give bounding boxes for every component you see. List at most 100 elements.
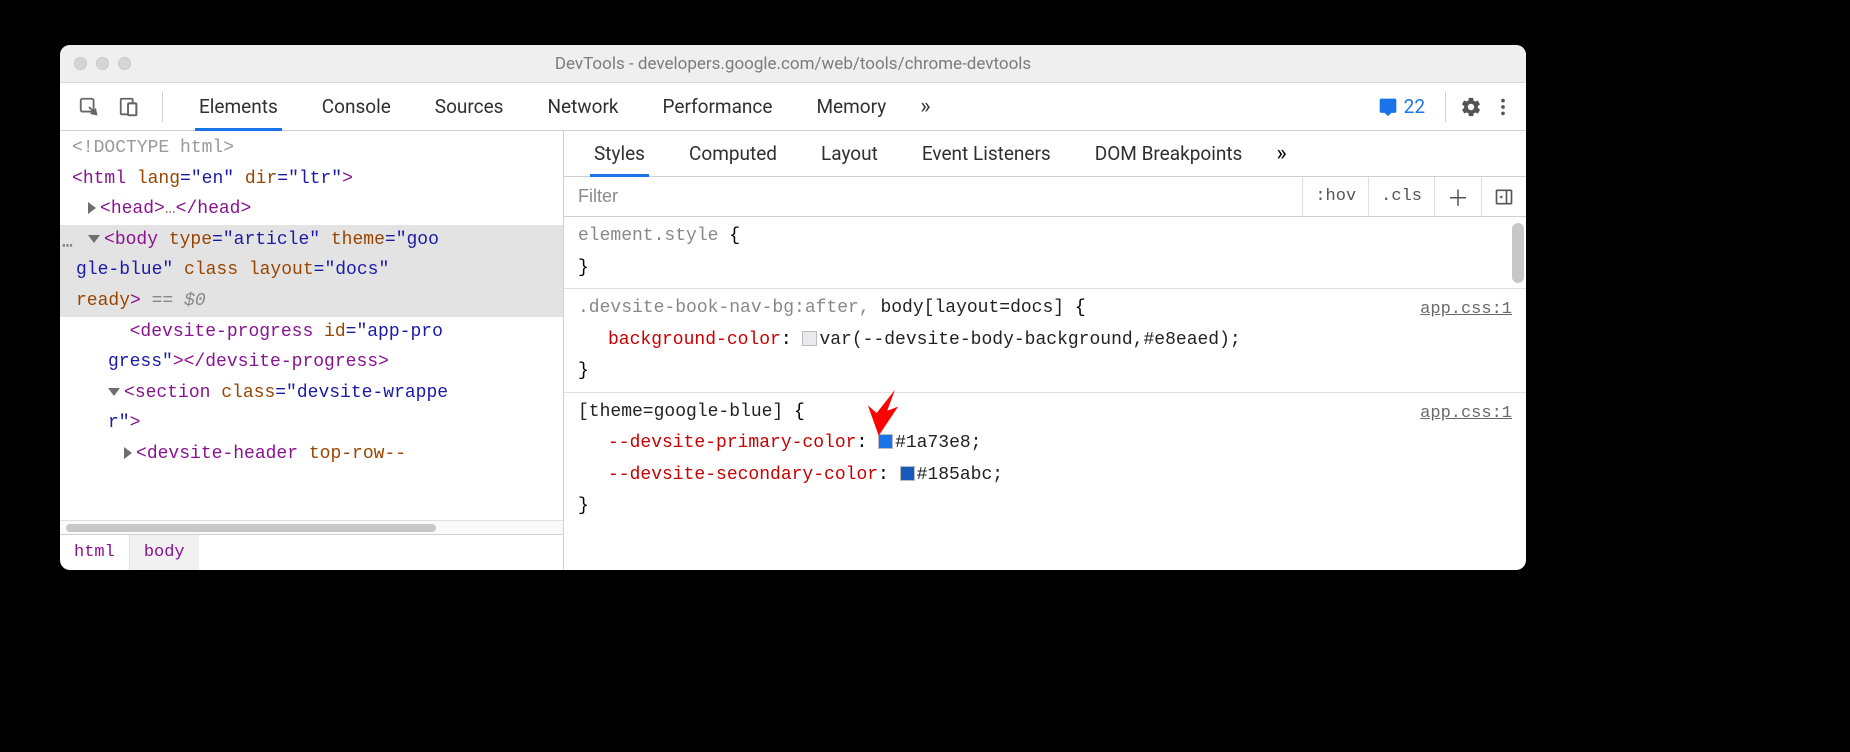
new-rule-button[interactable]: ＋ [1434, 177, 1481, 216]
scrollbar-thumb[interactable] [1512, 223, 1524, 283]
dom-html[interactable]: <html lang="en" dir="ltr"> [60, 164, 563, 195]
crumb-html[interactable]: html [60, 535, 129, 570]
device-toggle-icon[interactable] [118, 96, 140, 118]
styles-filter-input[interactable] [564, 177, 1302, 216]
settings-icon[interactable] [1460, 96, 1482, 118]
crumb-label: html [74, 543, 115, 562]
inspect-icon[interactable] [78, 96, 100, 118]
devtools-window: DevTools - developers.google.com/web/too… [60, 45, 1526, 570]
issues-icon [1378, 97, 1398, 117]
crumb-label: body [144, 543, 185, 562]
tab-sources[interactable]: Sources [413, 83, 526, 130]
rule-element-style[interactable]: element.style { } [564, 217, 1526, 289]
dom-progress-2[interactable]: gress"></devsite-progress> [60, 347, 563, 378]
dom-body-line2[interactable]: gle-blue" class layout="docs" [60, 255, 563, 286]
tab-layout[interactable]: Layout [799, 131, 900, 176]
sidebar-toggle-icon [1494, 187, 1514, 207]
dom-section[interactable]: <section class="devsite-wrappe [60, 378, 563, 409]
source-link[interactable]: app.css:1 [1420, 399, 1512, 429]
dom-scrollbar-horizontal[interactable] [60, 520, 563, 534]
dom-doctype[interactable]: <!DOCTYPE html> [60, 133, 563, 164]
styles-panel: Styles Computed Layout Event Listeners D… [564, 131, 1526, 570]
elements-panel: ⋯ <!DOCTYPE html> <html lang="en" dir="l… [60, 131, 564, 570]
collapse-triangle-icon[interactable] [108, 388, 120, 396]
tab-memory[interactable]: Memory [794, 83, 908, 130]
titlebar: DevTools - developers.google.com/web/too… [60, 45, 1526, 83]
traffic-lights [60, 57, 131, 70]
dom-body-line3[interactable]: ready> == $0 [60, 286, 563, 317]
tab-label: Memory [816, 95, 886, 118]
styles-scrollbar-vertical[interactable] [1512, 221, 1524, 566]
main-tabs: Elements Console Sources Network Perform… [177, 83, 943, 130]
dom-tree[interactable]: <!DOCTYPE html> <html lang="en" dir="ltr… [60, 131, 563, 520]
styles-tabs: Styles Computed Layout Event Listeners D… [564, 131, 1526, 177]
expand-triangle-icon[interactable] [88, 202, 96, 214]
toolbar-right: 22 [1372, 83, 1526, 130]
dom-body-selected[interactable]: <body type="article" theme="goo [60, 225, 563, 256]
dom-progress[interactable]: <devsite-progress id="app-pro [60, 317, 563, 348]
tab-event-listeners[interactable]: Event Listeners [900, 131, 1073, 176]
toggle-sidebar-button[interactable] [1481, 177, 1526, 216]
styles-rules: element.style { } app.css:1 .devsite-boo… [564, 217, 1526, 570]
prop-name: --devsite-primary-color [608, 433, 856, 453]
tab-label: Performance [663, 95, 773, 118]
styles-filter-row: :hov .cls ＋ [564, 177, 1526, 217]
traffic-close[interactable] [74, 57, 87, 70]
brace-close: } [578, 356, 1512, 388]
btn-label: :hov [1315, 187, 1356, 206]
css-property[interactable]: --devsite-secondary-color: #185abc; [578, 460, 1512, 492]
tab-label: Sources [435, 95, 504, 118]
dom-header[interactable]: <devsite-header top-row-- [60, 439, 563, 470]
collapse-triangle-icon[interactable] [88, 235, 100, 243]
css-property[interactable]: --devsite-primary-color: #1a73e8; [578, 428, 1512, 460]
tab-elements[interactable]: Elements [177, 83, 300, 130]
selector-part: body[layout=docs] [880, 298, 1064, 318]
traffic-minimize[interactable] [96, 57, 109, 70]
prop-value: var(--devsite-body-background,#e8eaed); [819, 330, 1240, 350]
scrollbar-thumb[interactable] [66, 524, 436, 532]
issues-badge[interactable]: 22 [1372, 93, 1431, 120]
source-link[interactable]: app.css:1 [1420, 295, 1512, 325]
main-tabs-overflow[interactable]: » [908, 83, 942, 130]
tab-performance[interactable]: Performance [641, 83, 795, 130]
selector: [theme=google-blue] [578, 402, 783, 422]
color-swatch-icon[interactable] [878, 434, 893, 449]
tab-computed[interactable]: Computed [667, 131, 799, 176]
dom-breadcrumb: html body [60, 534, 563, 570]
prop-name: background-color [608, 330, 781, 350]
prop-name: --devsite-secondary-color [608, 465, 878, 485]
tab-dom-breakpoints[interactable]: DOM Breakpoints [1073, 131, 1265, 176]
toolbar-separator [162, 92, 163, 122]
selector: element.style [578, 226, 718, 246]
selected-gutter: ⋯ [60, 235, 73, 257]
tab-label: Styles [594, 142, 645, 165]
dom-head[interactable]: <head>…</head> [60, 194, 563, 225]
btn-label: .cls [1381, 187, 1422, 206]
toolbar-separator [1445, 92, 1446, 122]
color-swatch-icon[interactable] [802, 331, 817, 346]
main-toolbar: Elements Console Sources Network Perform… [60, 83, 1526, 131]
rule-body-layout[interactable]: app.css:1 .devsite-book-nav-bg:after, bo… [564, 289, 1526, 393]
tab-label: Network [547, 95, 618, 118]
traffic-zoom[interactable] [118, 57, 131, 70]
window-title: DevTools - developers.google.com/web/too… [60, 54, 1526, 74]
tab-label: Elements [199, 95, 278, 118]
dom-section-2[interactable]: r"> [60, 408, 563, 439]
crumb-body[interactable]: body [129, 535, 199, 570]
color-swatch-icon[interactable] [900, 466, 915, 481]
tab-console[interactable]: Console [300, 83, 413, 130]
hov-button[interactable]: :hov [1302, 177, 1368, 216]
cls-button[interactable]: .cls [1368, 177, 1434, 216]
css-property[interactable]: background-color: var(--devsite-body-bac… [578, 325, 1512, 357]
expand-triangle-icon[interactable] [124, 447, 132, 459]
tab-label: Computed [689, 142, 777, 165]
tab-styles[interactable]: Styles [572, 131, 667, 176]
styles-tabs-overflow[interactable]: » [1264, 131, 1298, 176]
kebab-menu-icon[interactable] [1492, 96, 1514, 118]
rule-theme[interactable]: app.css:1 [theme=google-blue] { --devsit… [564, 393, 1526, 527]
issues-count: 22 [1404, 95, 1425, 118]
selector-part: .devsite-book-nav-bg:after, [578, 298, 880, 318]
prop-value: #1a73e8; [895, 433, 981, 453]
panels: ⋯ <!DOCTYPE html> <html lang="en" dir="l… [60, 131, 1526, 570]
tab-network[interactable]: Network [525, 83, 640, 130]
